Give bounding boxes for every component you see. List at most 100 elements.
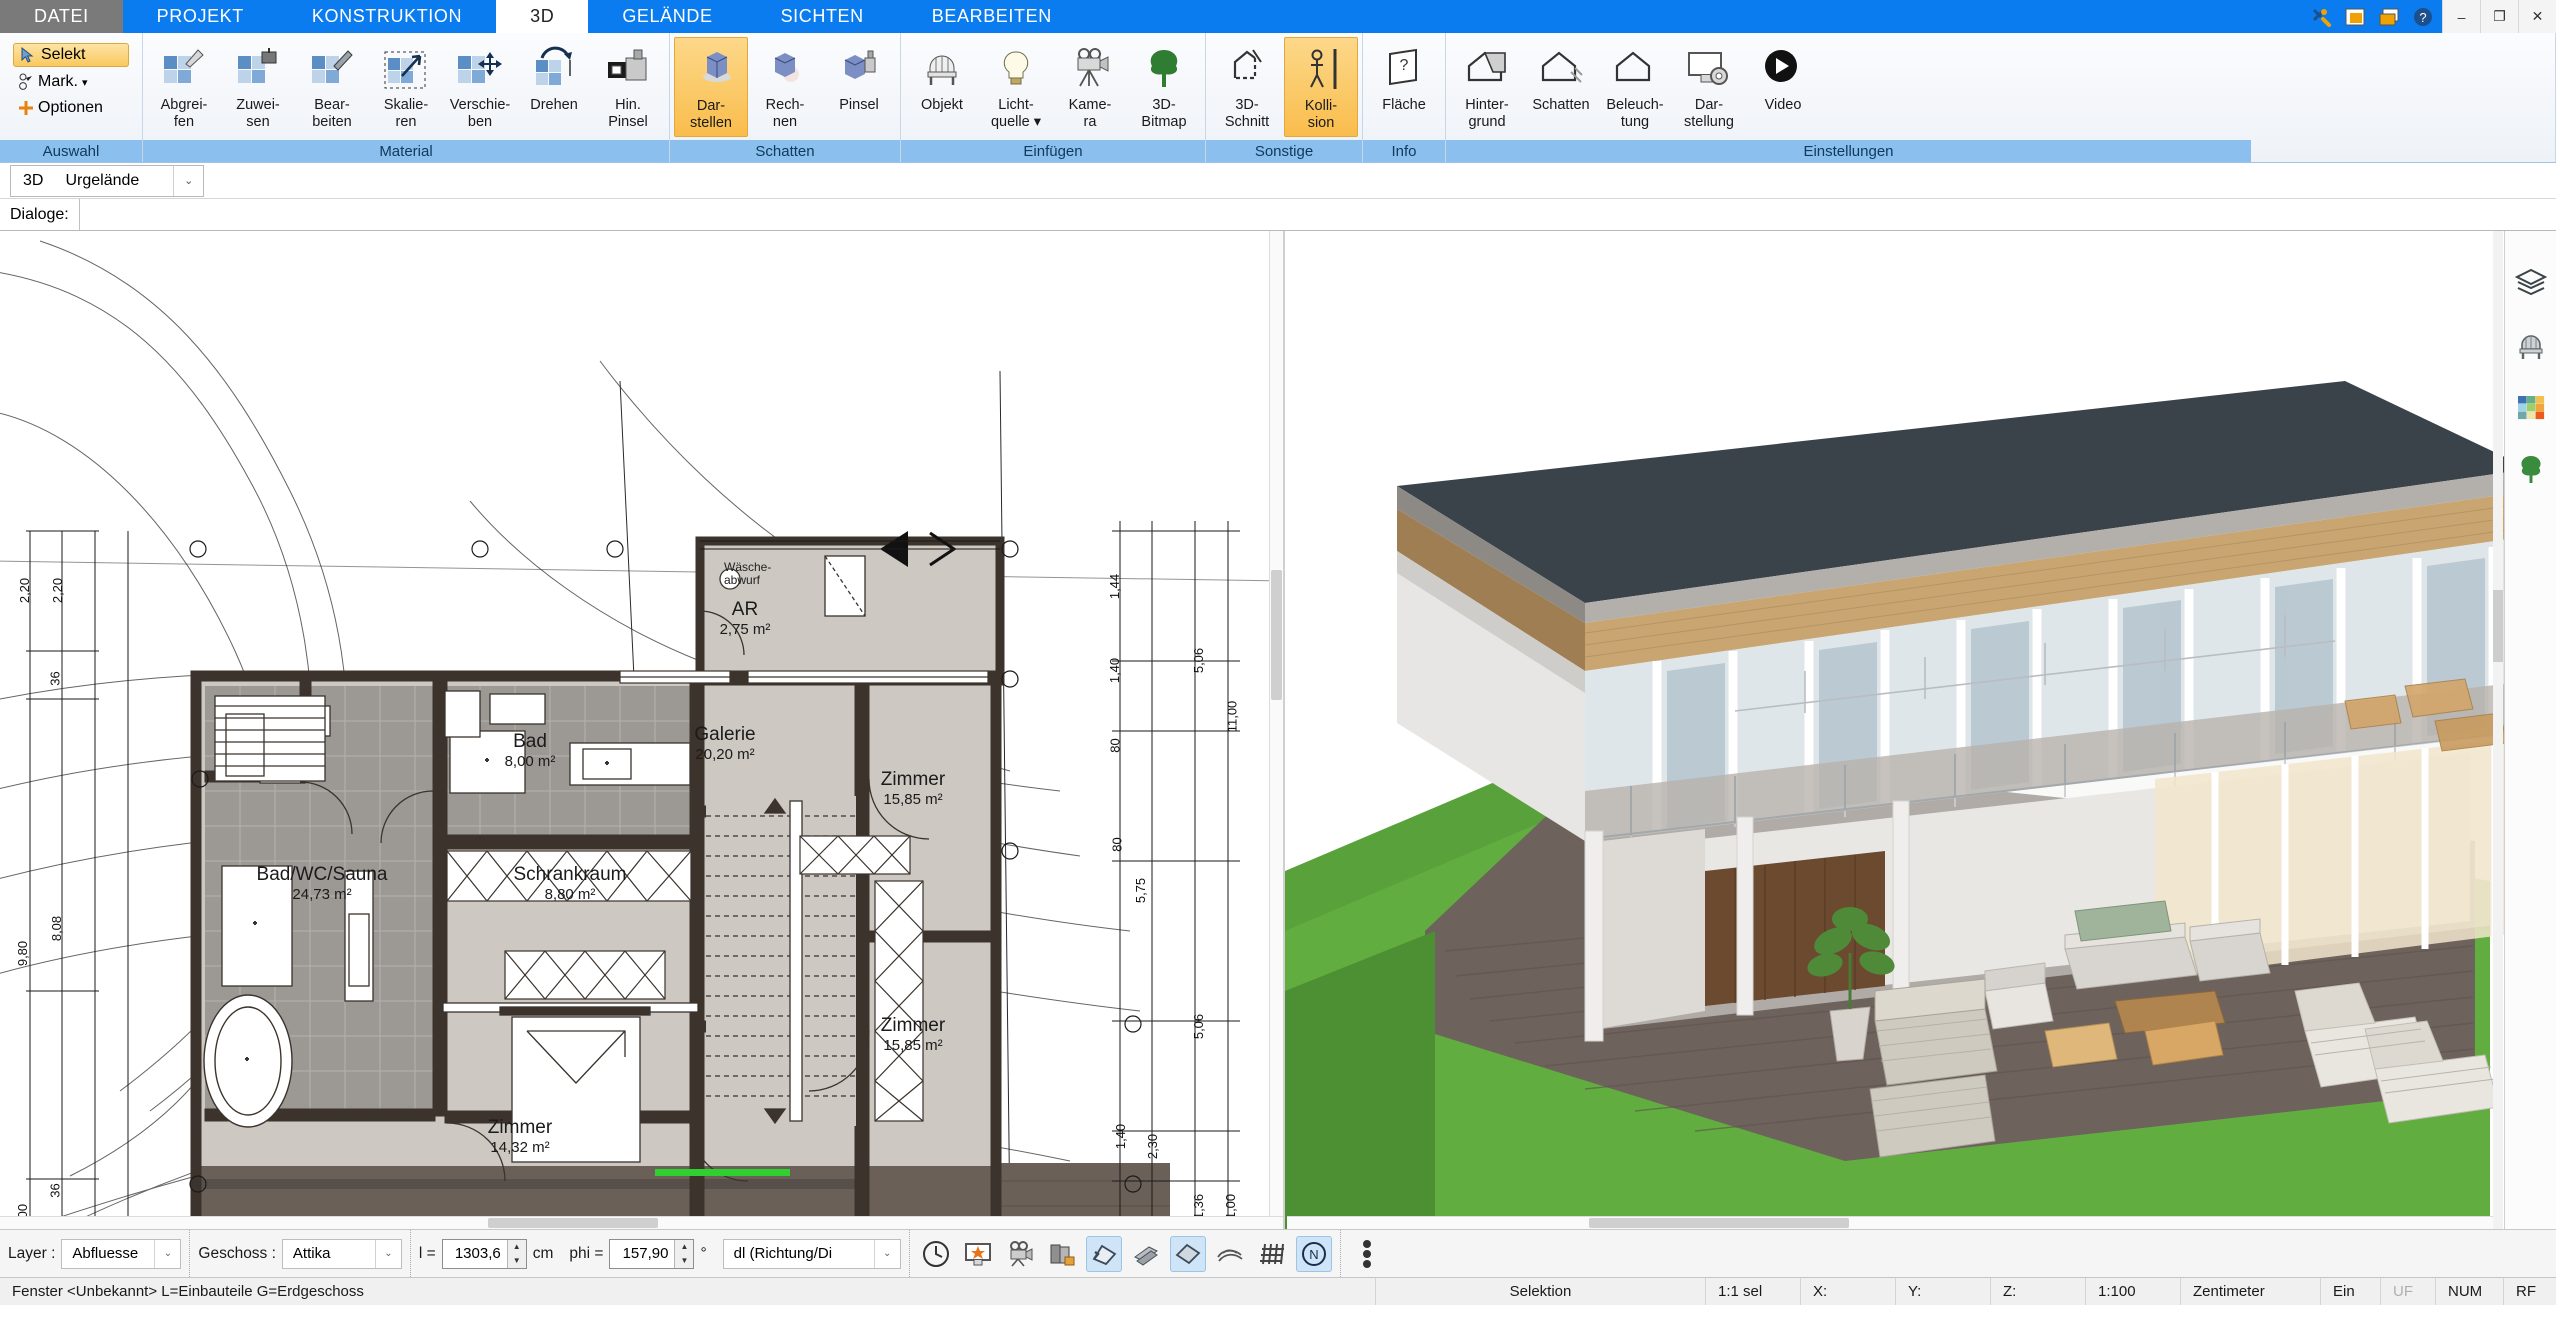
verschieben-button[interactable]: Verschie- ben [443,37,517,137]
angle-value[interactable]: 157,90 [610,1240,674,1268]
tools-icon[interactable] [2310,6,2332,28]
objekt-button[interactable]: Objekt [905,37,979,137]
angle-stepper[interactable]: 157,90 ▲ ▼ [609,1238,695,1269]
tab-bearbeiten[interactable]: BEARBEITEN [898,0,1086,33]
chevron-down-icon[interactable]: ⌄ [154,1239,180,1268]
tab-datei[interactable]: DATEI [0,0,123,33]
chevron-down-icon[interactable]: ▾ [82,76,88,89]
length-value[interactable]: 1303,6 [443,1240,507,1268]
tab-projekt[interactable]: PROJEKT [123,0,278,33]
view3d-horizontal-scrollbar[interactable] [1287,1216,2493,1229]
darstellen-button[interactable]: Dar- stellen [674,37,748,137]
schatten-pinsel-button[interactable]: Pinsel [822,37,896,137]
video-button[interactable]: Video [1746,37,1820,137]
schatten-einst-button[interactable]: Schatten [1524,37,1598,137]
selekt-button[interactable]: Selekt [13,43,129,67]
close-button[interactable]: ✕ [2518,0,2556,33]
plan-vscroll-thumb[interactable] [1271,570,1282,701]
kamera-button[interactable]: Kame- ra [1053,37,1127,137]
spin-down-icon[interactable]: ▼ [508,1254,526,1268]
tab-konstruktion[interactable]: KONSTRUKTION [278,0,496,33]
bearbeiten-label: Bear- beiten [312,97,352,130]
cube-brush-icon [835,41,883,97]
pencil-icon [308,41,356,97]
north-icon[interactable]: N [1295,1235,1332,1272]
clock-icon[interactable] [918,1236,954,1272]
beleuchtung-button[interactable]: Beleuch- tung [1598,37,1672,137]
viewport-3d[interactable] [1285,231,2556,1229]
drehen-button[interactable]: Drehen [517,37,591,137]
zuweisen-button[interactable]: Zuwei- sen [221,37,295,137]
direction-select[interactable]: dl (Richtung/Di ⌄ [722,1238,901,1269]
chevron-down-icon[interactable]: ⌄ [173,165,203,196]
ribbon-group-auswahl: Selekt Mark. ▾ Optionen Auswahl [0,33,143,162]
floorplan-pane[interactable]: AR 2,75 m² Wäsche- abwurf Bad 8,00 m² Ga… [0,231,1285,1229]
bitmap3d-button[interactable]: 3D- Bitmap [1127,37,1201,137]
restore-button[interactable]: ❐ [2480,0,2518,33]
plan-vertical-scrollbar[interactable] [1269,231,1283,1229]
lichtquelle-button[interactable]: Licht- quelle ▾ [979,37,1053,137]
tab-gelaende[interactable]: GELÄNDE [588,0,746,33]
view3d-hscroll-thumb[interactable] [1588,1218,1849,1228]
ribbon-toolbar: Selekt Mark. ▾ Optionen Auswahl Abgrei- … [0,33,2556,163]
surface-icon[interactable] [1169,1235,1206,1272]
kollision-button[interactable]: Kolli- sion [1284,37,1358,137]
darstellung-button[interactable]: Dar- stellung [1672,37,1746,137]
tab-sichten[interactable]: SICHTEN [747,0,898,33]
view3d-vscroll-thumb[interactable] [2493,590,2503,663]
storey-label: Geschoss : [198,1244,276,1262]
ribbon-group-sonstige-title: Sonstige [1206,140,1362,162]
optionen-button[interactable]: Optionen [13,97,129,119]
layer-select[interactable]: Abfluesse ⌄ [61,1238,182,1269]
dim-left-3: 8,08 [49,915,65,942]
storey-select[interactable]: Attika ⌄ [281,1238,402,1269]
spin-up-icon[interactable]: ▲ [508,1240,526,1254]
hintergrund-button[interactable]: Hinter- grund [1450,37,1524,137]
markieren-button[interactable]: Mark. ▾ [13,71,129,93]
ribbon-group-material: Abgrei- fen Zuwei- sen Bear- beiten Skal… [143,33,670,162]
flaeche-button[interactable]: ? Fläche [1367,37,1441,137]
floorplan-drawing[interactable] [0,231,1285,1229]
spin-up-icon[interactable]: ▲ [675,1240,693,1254]
minimize-button[interactable]: – [2442,0,2480,33]
chevron-down-icon[interactable]: ⌄ [374,1239,401,1268]
length-stepper[interactable]: 1303,6 ▲ ▼ [441,1238,527,1269]
skalieren-button[interactable]: Skalie- ren [369,37,443,137]
dim-left-1: 2,20 [50,577,66,604]
abgreifen-button[interactable]: Abgrei- fen [147,37,221,137]
roof-plane-icon[interactable] [1085,1235,1122,1272]
render-3d[interactable] [1285,231,2556,1229]
view-selector[interactable]: 3D Urgelände ⌄ [10,164,205,197]
length-spin-arrows[interactable]: ▲ ▼ [506,1239,526,1268]
books-stack-icon[interactable] [1044,1236,1080,1272]
plan-horizontal-scrollbar[interactable] [0,1216,1283,1229]
layers-icon[interactable] [2513,265,2549,301]
window-tile-icon[interactable] [2344,6,2366,28]
grid-icon[interactable] [1254,1236,1290,1272]
main-workspace: AR 2,75 m² Wäsche- abwurf Bad 8,00 m² Ga… [0,231,2556,1229]
background-brush-icon [604,41,652,97]
tab-3d[interactable]: 3D [496,0,589,33]
status-bar: Fenster <Unbekannt> L=Einbauteile G=Erdg… [0,1277,2556,1305]
hintergrund-pinsel-button[interactable]: Hin. Pinsel [591,37,665,137]
bearbeiten-button[interactable]: Bear- beiten [295,37,369,137]
rechnen-button[interactable]: Rech- nen [748,37,822,137]
beams-icon[interactable] [1128,1236,1164,1272]
plan-hscroll-thumb[interactable] [487,1218,658,1228]
spin-down-icon[interactable]: ▼ [675,1254,693,1268]
help-icon[interactable]: ? [2412,6,2434,28]
contour-icon[interactable] [1212,1236,1248,1272]
chevron-down-icon[interactable]: ⌄ [873,1239,900,1268]
color-palette-icon[interactable] [2513,389,2549,425]
lightbulb-icon [992,41,1040,97]
plants-icon[interactable] [2513,451,2549,487]
traffic-light-icon[interactable] [1349,1236,1385,1272]
angle-spin-arrows[interactable]: ▲ ▼ [674,1239,694,1268]
move-icon [456,41,504,97]
window-cascade-icon[interactable] [2378,6,2400,28]
camera-icon[interactable] [1002,1236,1038,1272]
monitor-star-icon[interactable] [960,1236,996,1272]
view3d-vertical-scrollbar[interactable] [2493,231,2503,1229]
schnitt3d-button[interactable]: 3D- Schnitt [1210,37,1284,137]
furniture-icon[interactable] [2513,327,2549,363]
